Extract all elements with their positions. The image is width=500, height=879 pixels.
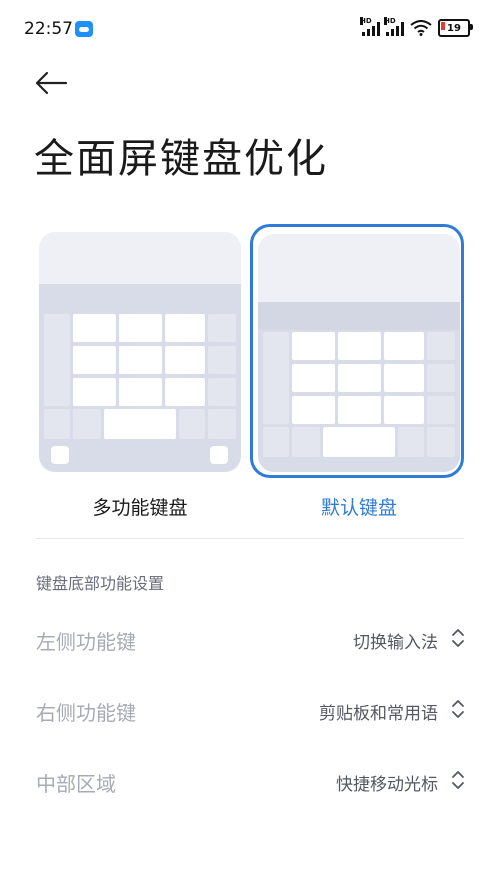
- option-label-default[interactable]: 默认键盘: [258, 493, 460, 520]
- chevron-updown-icon: [452, 771, 464, 789]
- hd-badge: HD: [384, 17, 396, 25]
- cloud-icon: [75, 21, 93, 37]
- keyboard-preview: [258, 302, 460, 472]
- chevron-updown-icon: [452, 700, 464, 718]
- setting-value: 快捷移动光标: [336, 775, 438, 795]
- setting-label: 中部区域: [36, 772, 116, 796]
- status-time: 22:57: [24, 19, 73, 39]
- hd-badge: HD: [360, 17, 372, 25]
- divider: [36, 538, 464, 539]
- battery-level: 19: [447, 22, 461, 34]
- setting-row-middle-area[interactable]: 中部区域 快捷移动光标: [36, 760, 466, 800]
- section-title: 键盘底部功能设置: [36, 574, 165, 593]
- status-icons: HD HD 19: [360, 17, 473, 37]
- setting-value: 切换输入法: [353, 633, 438, 653]
- setting-label: 左侧功能键: [36, 630, 136, 654]
- keyboard-option-default[interactable]: [258, 234, 460, 472]
- setting-row-left-key[interactable]: 左侧功能键 切换输入法: [36, 618, 466, 658]
- setting-row-right-key[interactable]: 右侧功能键 剪贴板和常用语: [36, 689, 466, 729]
- keyboard-preview: [39, 284, 241, 472]
- signal-icon: HD: [360, 17, 380, 36]
- wifi-icon: [410, 20, 432, 36]
- battery-icon: 19: [438, 19, 473, 37]
- page-title: 全面屏键盘优化: [34, 136, 328, 182]
- status-bar: 22:57 HD HD 19: [0, 0, 500, 60]
- setting-value: 剪贴板和常用语: [319, 704, 438, 724]
- setting-label: 右侧功能键: [36, 701, 136, 725]
- back-arrow-icon[interactable]: [34, 70, 68, 96]
- option-label-multifunction[interactable]: 多功能键盘: [39, 493, 241, 520]
- keyboard-option-multifunction[interactable]: [39, 232, 241, 472]
- signal-icon: HD: [384, 17, 404, 36]
- chevron-updown-icon: [452, 629, 464, 647]
